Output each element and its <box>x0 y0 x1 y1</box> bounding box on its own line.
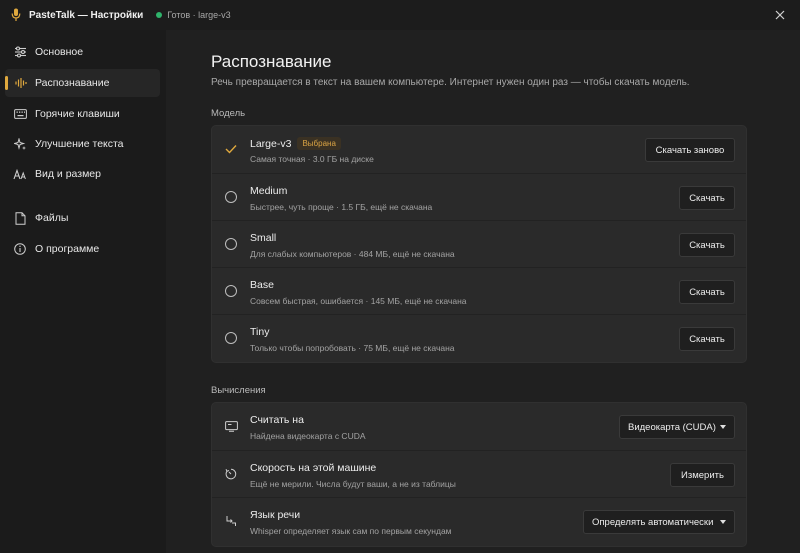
page-subtitle: Речь превращается в текст на вашем компь… <box>211 77 690 88</box>
section-label-compute: Вычисления <box>211 385 266 396</box>
model-name: Base <box>250 279 274 291</box>
model-row-small[interactable]: Small Для слабых компьютеров · 484 МБ, е… <box>212 220 746 267</box>
device-select[interactable]: Видеокарта (CUDA) <box>619 415 735 439</box>
compute-settings: Считать на Найдена видеокарта с CUDA Вид… <box>211 402 747 547</box>
redownload-button[interactable]: Скачать заново <box>645 138 735 162</box>
model-row-medium[interactable]: Medium Быстрее, чуть проще · 1.5 ГБ, ещё… <box>212 173 746 220</box>
setting-desc: Найдена видеокарта с CUDA <box>250 431 366 441</box>
keyboard-icon <box>13 107 27 121</box>
model-name: Tiny <box>250 326 270 338</box>
language-icon <box>224 514 238 528</box>
compute-row-speed: Скорость на этой машине Ещё не мерили. Ч… <box>212 450 746 497</box>
measure-button[interactable]: Измерить <box>670 463 735 487</box>
compute-row-language: Язык речи Whisper определяет язык сам по… <box>212 497 746 544</box>
main-panel: Распознавание Речь превращается в текст … <box>166 30 800 553</box>
sidebar-item-about[interactable]: О программе <box>5 235 160 263</box>
model-desc: Самая точная · 3.0 ГБ на диске <box>250 154 374 164</box>
sidebar-item-label: Горячие клавиши <box>35 108 120 120</box>
monitor-icon <box>224 419 238 433</box>
document-icon <box>13 211 27 225</box>
sidebar-item-files[interactable]: Файлы <box>5 204 160 232</box>
model-row-tiny[interactable]: Tiny Только чтобы попробовать · 75 МБ, е… <box>212 314 746 361</box>
sidebar-item-recognition[interactable]: Распознавание <box>5 69 160 97</box>
download-button[interactable]: Скачать <box>679 233 735 257</box>
section-label-model: Модель <box>211 108 246 119</box>
model-desc: Только чтобы попробовать · 75 МБ, ещё не… <box>250 343 455 353</box>
checkmark-icon <box>224 142 238 156</box>
sidebar-item-label: Вид и размер <box>35 168 101 180</box>
title-bar: PasteTalk — Настройки Готов · large-v3 <box>0 0 800 30</box>
device-select-value: Видеокарта (CUDA) <box>628 421 716 433</box>
setting-desc: Whisper определяет язык сам по первым се… <box>250 526 452 536</box>
sidebar-item-label: Основное <box>35 46 84 58</box>
model-name-text: Large-v3 <box>250 137 292 150</box>
model-list: Large-v3 Выбрана Самая точная · 3.0 ГБ н… <box>211 125 747 363</box>
close-icon <box>775 10 785 20</box>
active-indicator <box>5 76 8 90</box>
sidebar-item-general[interactable]: Основное <box>5 38 160 66</box>
setting-name: Язык речи <box>250 509 301 521</box>
sparkle-icon <box>13 137 27 151</box>
radio-button[interactable] <box>224 190 238 204</box>
status-text: Готов · large-v3 <box>167 10 231 20</box>
model-desc: Для слабых компьютеров · 484 МБ, ещё не … <box>250 249 455 259</box>
compute-row-device: Считать на Найдена видеокарта с CUDA Вид… <box>212 403 746 450</box>
model-name: Medium <box>250 185 288 197</box>
sidebar-item-label: Улучшение текста <box>35 138 124 150</box>
model-name: Large-v3 Выбрана <box>250 137 341 150</box>
download-button[interactable]: Скачать <box>679 327 735 351</box>
selected-badge: Выбрана <box>297 137 341 150</box>
radio-button[interactable] <box>224 237 238 251</box>
model-row-base[interactable]: Base Совсем быстрая, ошибается · 145 МБ,… <box>212 267 746 314</box>
language-select[interactable]: Определять автоматически <box>583 510 735 534</box>
radio-button[interactable] <box>224 331 238 345</box>
font-size-icon <box>13 167 27 181</box>
language-select-value: Определять автоматически <box>592 516 714 528</box>
window-title: PasteTalk — Настройки <box>29 9 144 21</box>
model-row-large-v3[interactable]: Large-v3 Выбрана Самая точная · 3.0 ГБ н… <box>212 126 746 173</box>
download-button[interactable]: Скачать <box>679 186 735 210</box>
page-title: Распознавание <box>211 52 332 71</box>
sidebar-item-text-improvement[interactable]: Улучшение текста <box>5 130 160 158</box>
radio-button[interactable] <box>224 284 238 298</box>
setting-name: Скорость на этой машине <box>250 462 377 474</box>
status-dot <box>156 12 163 18</box>
waveform-icon <box>13 76 27 90</box>
info-icon <box>13 242 27 256</box>
setting-desc: Ещё не мерили. Числа будут ваши, а не из… <box>250 479 456 489</box>
timer-icon <box>224 467 238 481</box>
sidebar-item-label: Распознавание <box>35 77 110 89</box>
chevron-down-icon <box>720 425 726 429</box>
sidebar: Основное Распознавание Горячие клавиши У… <box>0 30 166 553</box>
sidebar-item-appearance[interactable]: Вид и размер <box>5 160 160 188</box>
close-button[interactable] <box>772 7 788 23</box>
model-desc: Совсем быстрая, ошибается · 145 МБ, ещё … <box>250 296 467 306</box>
model-desc: Быстрее, чуть проще · 1.5 ГБ, ещё не ска… <box>250 202 433 212</box>
sidebar-item-label: Файлы <box>35 212 69 224</box>
download-button[interactable]: Скачать <box>679 280 735 304</box>
sidebar-item-label: О программе <box>35 243 100 255</box>
model-name: Small <box>250 232 277 244</box>
microphone-icon <box>11 8 21 22</box>
sliders-icon <box>13 45 27 59</box>
sidebar-item-hotkeys[interactable]: Горячие клавиши <box>5 100 160 128</box>
chevron-down-icon <box>720 520 726 524</box>
setting-name: Считать на <box>250 414 304 426</box>
